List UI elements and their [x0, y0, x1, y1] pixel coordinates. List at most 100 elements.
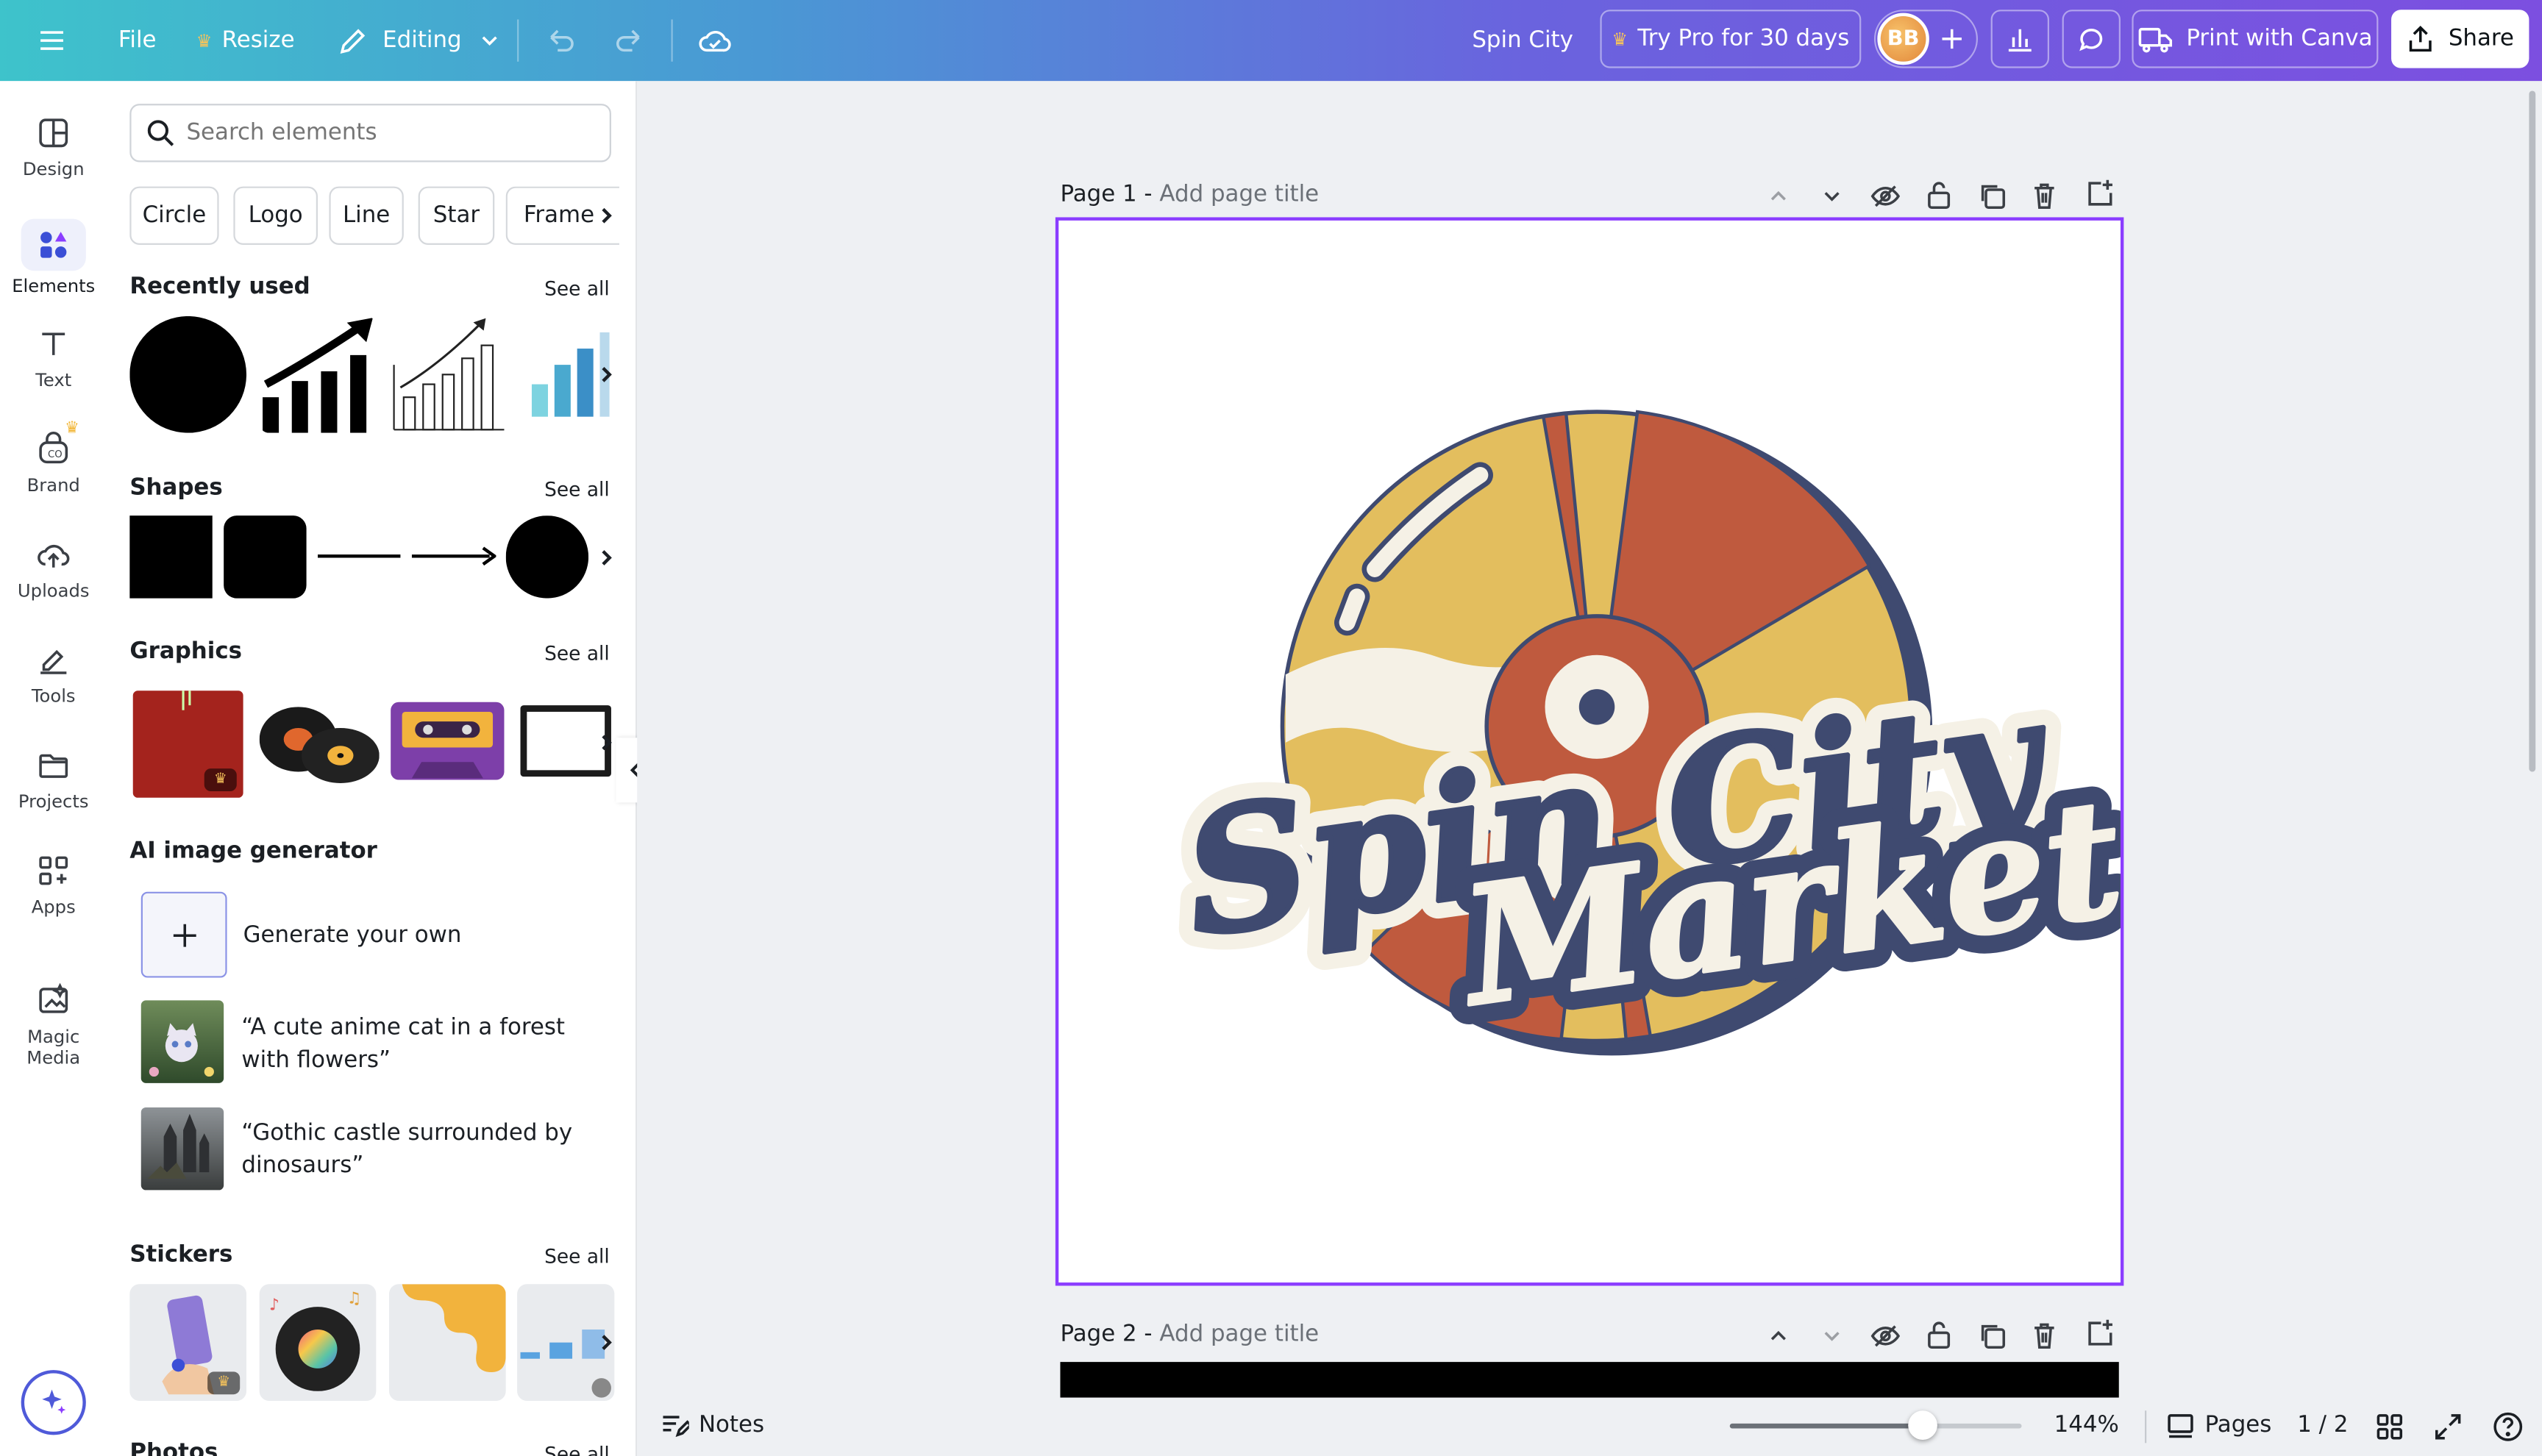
- see-all-link[interactable]: See all: [544, 478, 610, 501]
- lock-icon[interactable]: [1926, 180, 1951, 210]
- resize-button[interactable]: ♛ Resize: [196, 15, 295, 67]
- duplicate-page-icon[interactable]: [1978, 182, 2007, 211]
- ai-sample-cat-image[interactable]: [140, 1000, 224, 1083]
- add-page-icon[interactable]: [2084, 1318, 2114, 1348]
- chevron-right-icon[interactable]: [597, 365, 616, 384]
- redo-button[interactable]: [613, 15, 645, 67]
- see-all-link[interactable]: See all: [544, 1245, 610, 1268]
- chip-star[interactable]: Star: [418, 186, 495, 245]
- rail-item-projects[interactable]: Projects: [0, 746, 107, 813]
- chip-line[interactable]: Line: [329, 186, 404, 245]
- hide-page-icon[interactable]: [1870, 182, 1901, 211]
- file-menu[interactable]: File: [118, 15, 157, 67]
- folder-icon: [39, 754, 68, 778]
- trash-icon[interactable]: [2032, 182, 2057, 211]
- rail-label: Apps: [31, 896, 76, 918]
- rail-item-apps[interactable]: Apps: [0, 852, 107, 918]
- rail-item-magic-media[interactable]: Magic Media: [0, 981, 107, 1068]
- generate-own-label[interactable]: Generate your own: [243, 923, 462, 949]
- sticker-phone-hand[interactable]: ♛: [129, 1284, 247, 1402]
- trash-icon[interactable]: [2032, 1321, 2057, 1351]
- shape-rounded-square[interactable]: [224, 515, 307, 599]
- add-page-icon[interactable]: [2084, 179, 2114, 208]
- chevron-right-icon[interactable]: [597, 1332, 616, 1352]
- page-1-canvas[interactable]: Spin City Spin City Market Market: [1055, 217, 2124, 1286]
- print-with-canva-button[interactable]: Print with Canva: [2132, 10, 2379, 68]
- rail-label: Text: [35, 369, 72, 391]
- undo-button[interactable]: [545, 15, 577, 67]
- chevron-up-icon[interactable]: [1767, 1324, 1790, 1347]
- rail-item-text[interactable]: Text: [0, 324, 107, 390]
- chevron-right-icon[interactable]: [597, 548, 616, 567]
- page-2-toolbar: [1764, 1318, 2121, 1355]
- zoom-slider-handle[interactable]: [1907, 1410, 1937, 1440]
- sticker-yellow-corner[interactable]: [388, 1284, 506, 1402]
- recent-sketch-chart-thumb[interactable]: [391, 316, 508, 433]
- page-label: Page 2 -: [1060, 1321, 1153, 1348]
- recent-growth-chart-thumb[interactable]: [260, 316, 377, 433]
- rail-item-tools[interactable]: Tools: [0, 640, 107, 707]
- comments-button[interactable]: [2062, 10, 2121, 68]
- chevron-right-icon[interactable]: [597, 733, 616, 752]
- shape-line[interactable]: [318, 554, 401, 558]
- vertical-scrollbar[interactable]: [2529, 90, 2536, 772]
- chip-logo[interactable]: Logo: [233, 186, 318, 245]
- hide-page-icon[interactable]: [1870, 1321, 1901, 1351]
- cloud-save-icon[interactable]: [697, 15, 733, 67]
- avatar[interactable]: BB: [1877, 13, 1929, 65]
- rail-item-elements[interactable]: Elements: [0, 218, 107, 296]
- collaborators-group[interactable]: BB: [1873, 10, 1979, 68]
- graphic-vinyl-records[interactable]: [259, 697, 380, 788]
- document-title[interactable]: Spin City: [1472, 15, 1573, 67]
- spin-city-market-logo[interactable]: Spin City Spin City Market Market: [1058, 221, 2121, 1282]
- undo-icon: [550, 29, 574, 52]
- ai-prompt-2[interactable]: “Gothic castle surrounded by dinosaurs”: [241, 1117, 606, 1182]
- chevron-down-icon[interactable]: [1820, 1324, 1843, 1347]
- editing-mode-button[interactable]: Editing: [337, 15, 500, 67]
- share-button[interactable]: Share: [2391, 10, 2529, 68]
- search-box[interactable]: [129, 104, 611, 163]
- page-2-canvas[interactable]: [1060, 1362, 2119, 1398]
- see-all-link[interactable]: See all: [544, 1443, 610, 1456]
- chevron-down-icon[interactable]: [1820, 185, 1843, 207]
- recent-circle-thumb[interactable]: [129, 315, 247, 433]
- chip-circle[interactable]: Circle: [129, 186, 219, 245]
- pages-button[interactable]: Pages: [2166, 1410, 2271, 1440]
- chevron-up-icon[interactable]: [1767, 185, 1790, 207]
- sticker-vinyl-rainbow[interactable]: ♪ ♫: [259, 1284, 377, 1402]
- chevron-right-icon[interactable]: [597, 206, 616, 225]
- shape-circle[interactable]: [505, 515, 589, 599]
- help-icon[interactable]: [2492, 1410, 2524, 1443]
- page-title-placeholder[interactable]: Add page title: [1159, 182, 1319, 207]
- duplicate-page-icon[interactable]: [1978, 1321, 2007, 1351]
- see-all-link[interactable]: See all: [544, 642, 610, 665]
- page-2-title[interactable]: Page 2 - Add page title: [1060, 1321, 1319, 1347]
- ai-prompt-1[interactable]: “A cute anime cat in a forest with flowe…: [241, 1012, 606, 1077]
- rail-item-design[interactable]: Design: [0, 113, 107, 180]
- magic-assistant-button[interactable]: [21, 1370, 86, 1435]
- fullscreen-icon[interactable]: [2433, 1412, 2463, 1441]
- graphic-cassette[interactable]: [389, 699, 506, 783]
- notes-button[interactable]: Notes: [660, 1410, 764, 1440]
- lock-icon[interactable]: [1926, 1320, 1951, 1349]
- insights-button[interactable]: [1990, 10, 2049, 68]
- search-input[interactable]: [186, 116, 592, 149]
- graphic-red-note[interactable]: ♛: [132, 690, 243, 798]
- shape-arrow[interactable]: [411, 546, 498, 566]
- shape-square[interactable]: [129, 515, 213, 599]
- page-title-placeholder[interactable]: Add page title: [1159, 1321, 1319, 1347]
- see-all-link[interactable]: See all: [544, 277, 610, 300]
- rail-item-uploads[interactable]: Uploads: [0, 535, 107, 602]
- ai-sample-castle-image[interactable]: [140, 1107, 224, 1191]
- rail-item-brand[interactable]: CO ♛ Brand: [0, 420, 107, 496]
- generate-own-button[interactable]: [140, 891, 227, 978]
- menu-icon[interactable]: [35, 15, 68, 67]
- zoom-slider[interactable]: [1729, 1410, 2022, 1440]
- add-collaborator-icon[interactable]: [1937, 24, 1967, 54]
- try-pro-button[interactable]: ♛ Try Pro for 30 days: [1600, 10, 1862, 68]
- grid-view-icon[interactable]: [2375, 1412, 2404, 1441]
- page-1-title[interactable]: Page 1 - Add page title: [1060, 182, 1319, 207]
- editing-label: Editing: [382, 27, 462, 54]
- resize-label: Resize: [221, 27, 295, 54]
- zoom-level[interactable]: 144%: [2054, 1412, 2119, 1438]
